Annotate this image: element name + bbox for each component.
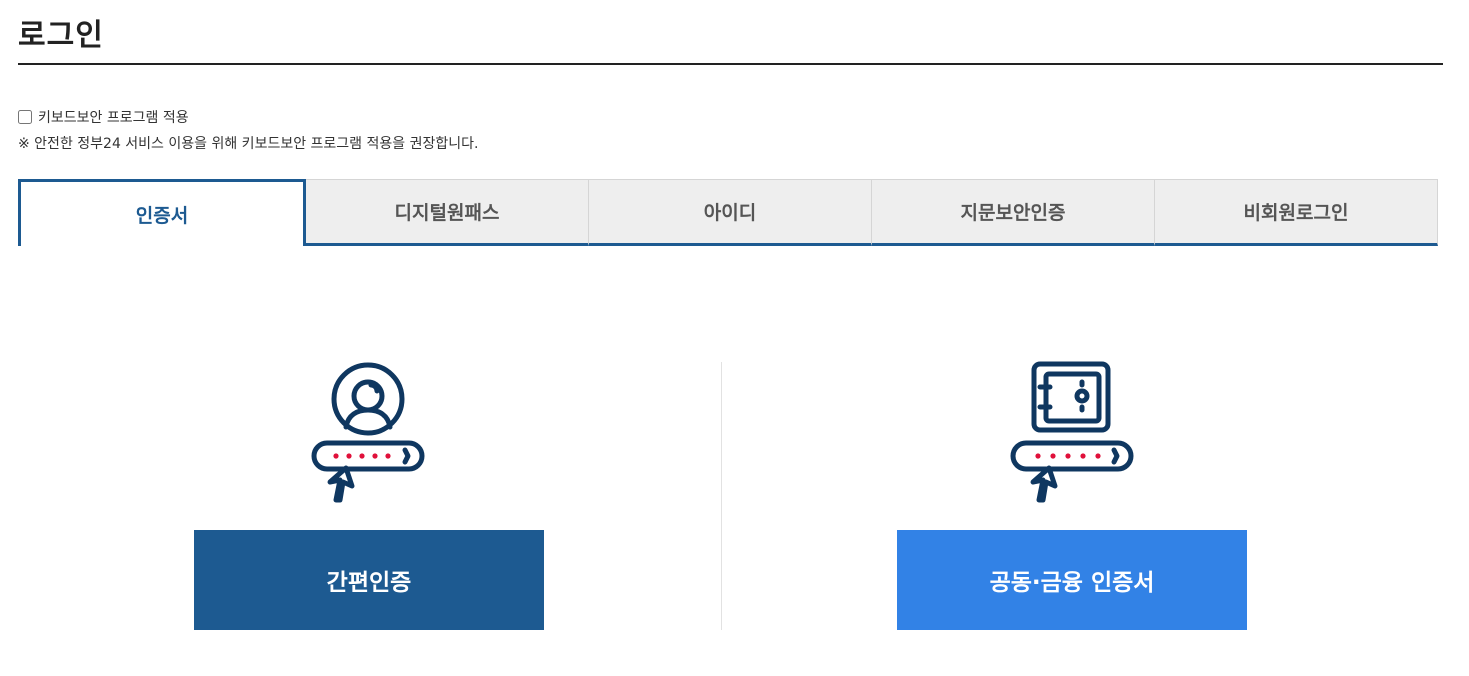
tab-guest-login[interactable]: 비회원로그인 xyxy=(1155,179,1438,246)
title-divider xyxy=(18,63,1443,65)
login-page: 로그인 키보드보안 프로그램 적용 ※ 안전한 정부24 서비스 이용을 위해 … xyxy=(0,0,1469,676)
keyboard-security-option[interactable]: 키보드보안 프로그램 적용 xyxy=(18,107,189,127)
tab-id[interactable]: 아이디 xyxy=(589,179,872,246)
login-method-tabs: 인증서 디지털원패스 아이디 지문보안인증 비회원로그인 xyxy=(18,179,1438,246)
safe-password-icon xyxy=(1002,355,1142,505)
options-divider xyxy=(721,362,722,630)
tab-digital-onepass[interactable]: 디지털원패스 xyxy=(306,179,589,246)
keyboard-security-label: 키보드보안 프로그램 적용 xyxy=(38,110,189,126)
page-title: 로그인 xyxy=(18,18,104,53)
joint-financial-cert-button[interactable]: 공동·금융 인증서 xyxy=(897,530,1247,630)
user-password-icon xyxy=(299,355,439,505)
keyboard-security-note: ※ 안전한 정부24 서비스 이용을 위해 키보드보안 프로그램 적용을 권장합… xyxy=(18,136,479,152)
simple-auth-button[interactable]: 간편인증 xyxy=(194,530,544,630)
keyboard-security-checkbox[interactable] xyxy=(18,110,32,124)
tab-certificate[interactable]: 인증서 xyxy=(18,179,306,246)
tab-fingerprint[interactable]: 지문보안인증 xyxy=(872,179,1155,246)
